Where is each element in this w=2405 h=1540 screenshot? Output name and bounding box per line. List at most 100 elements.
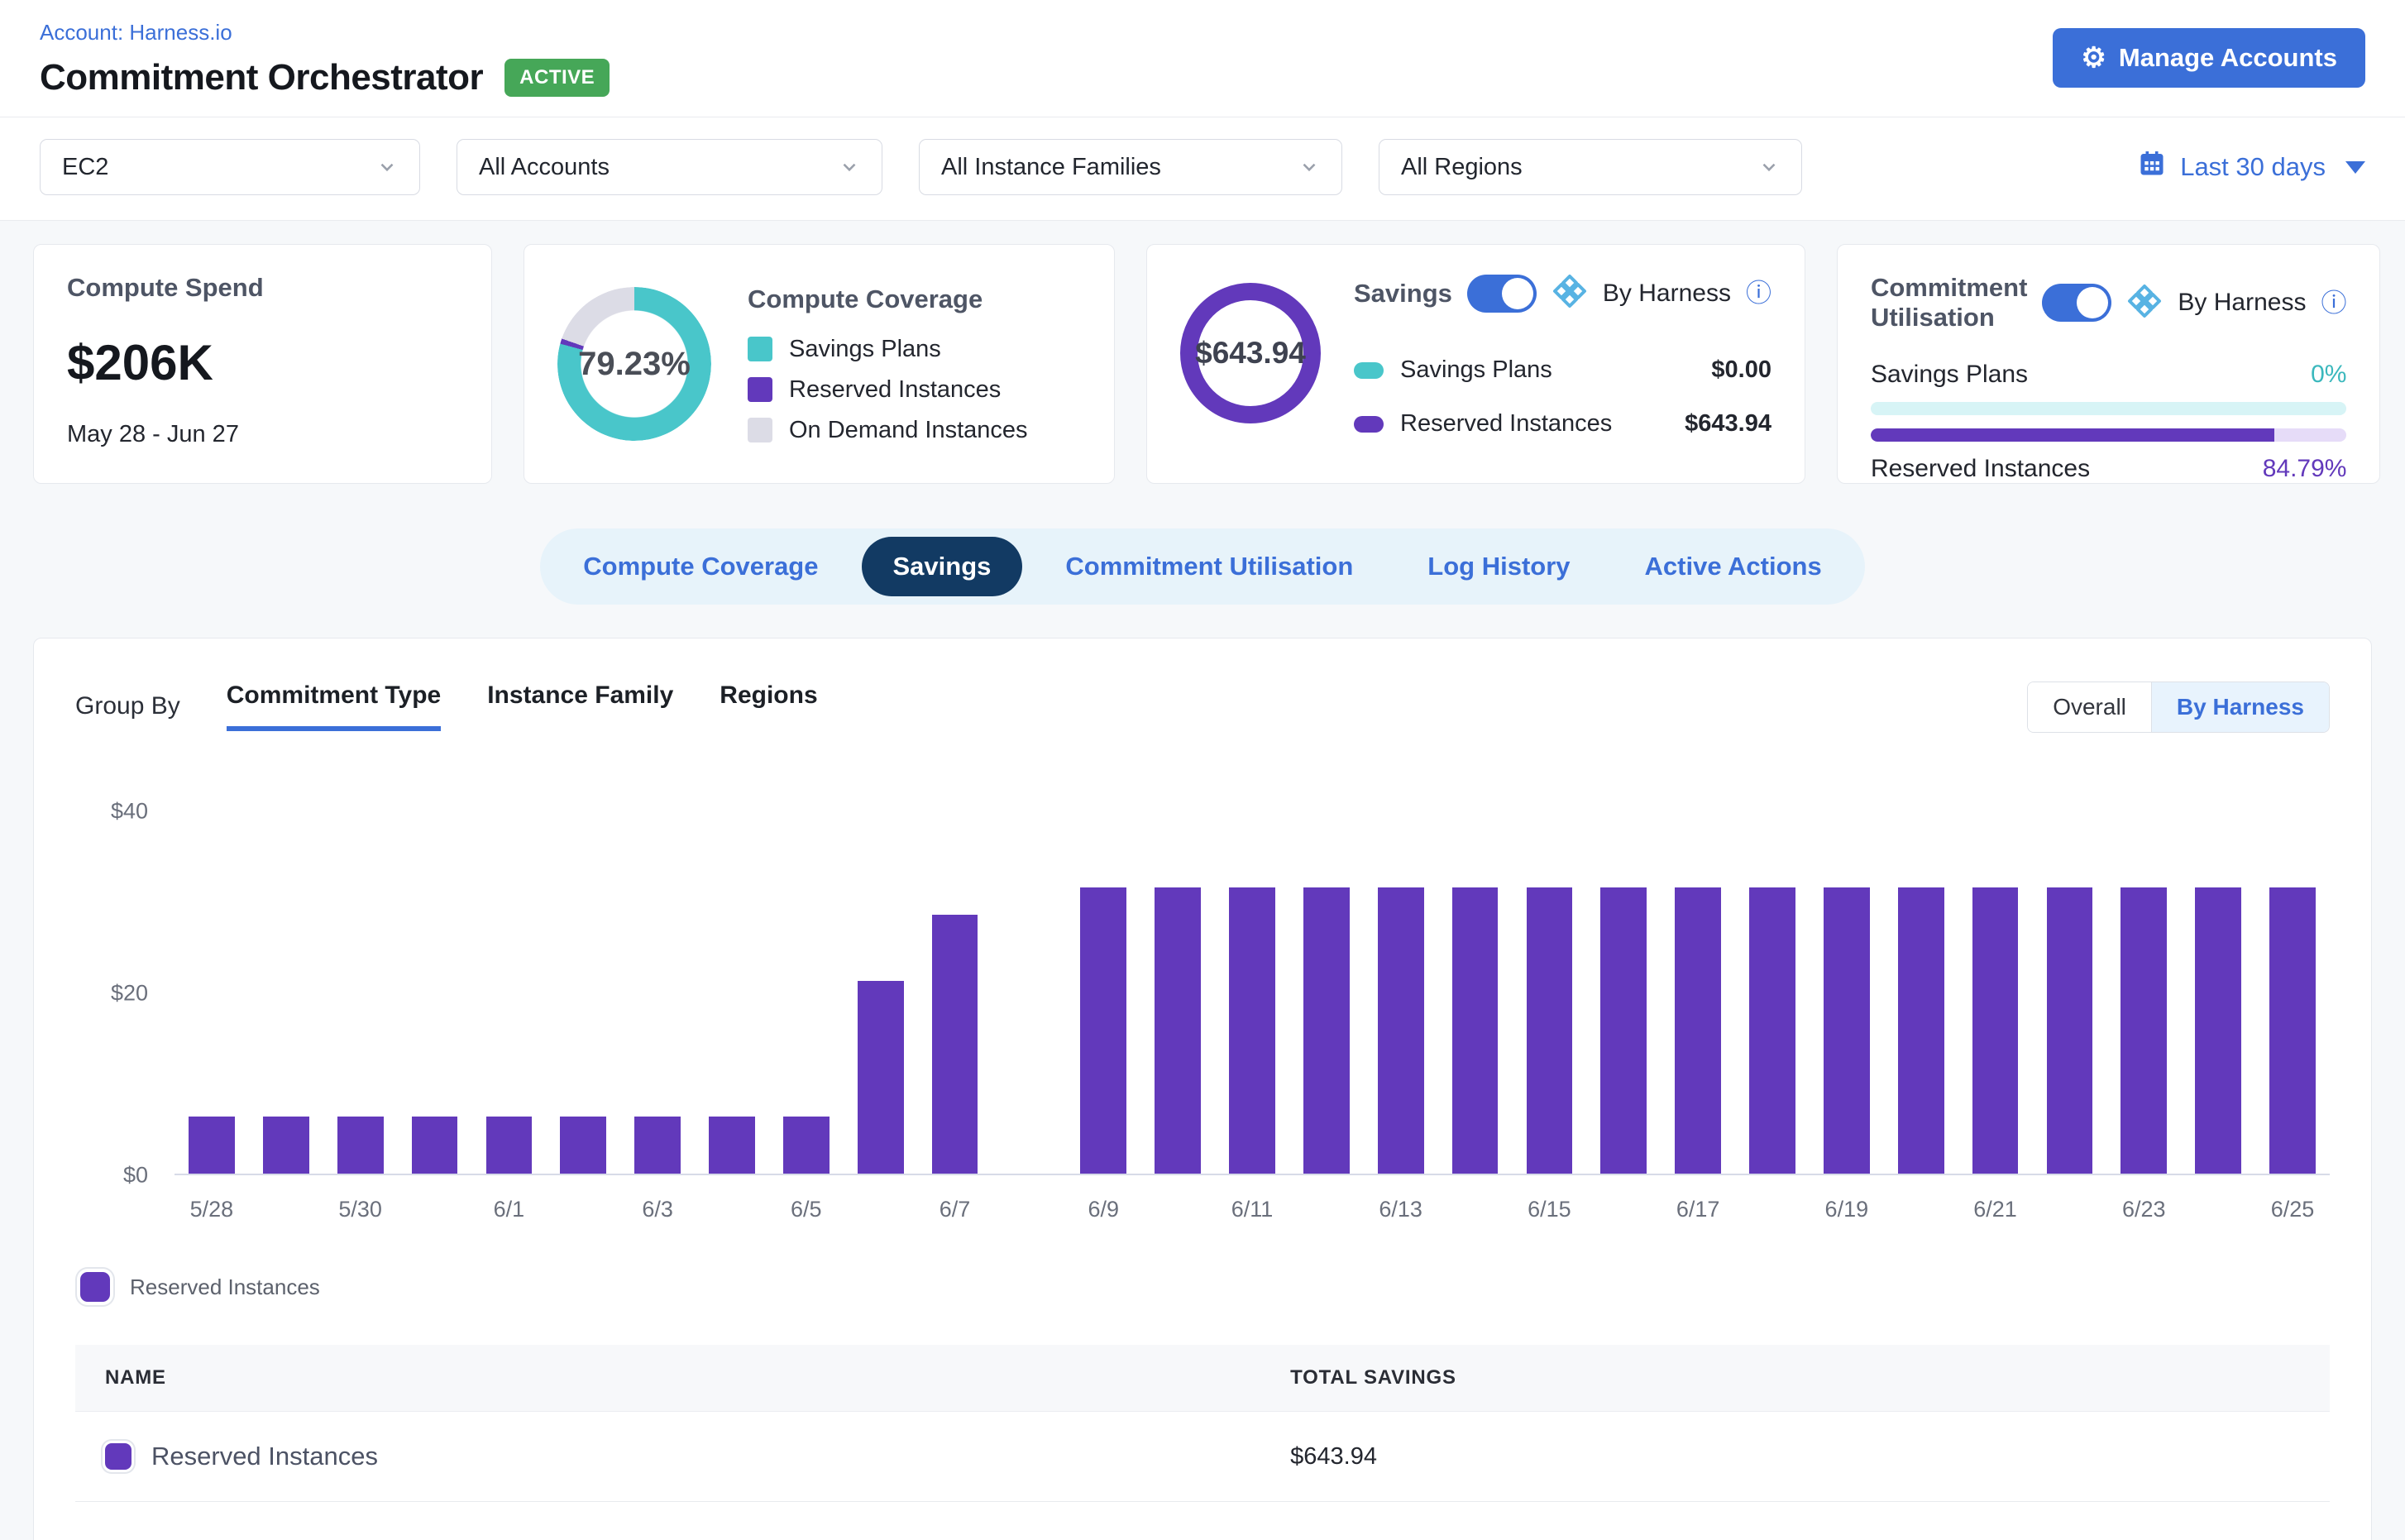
bar-slot	[1586, 811, 1661, 1174]
bar[interactable]	[1303, 887, 1350, 1174]
x-tick-label	[992, 1197, 1066, 1222]
calendar-icon	[2137, 149, 2167, 185]
bar-slot	[769, 811, 844, 1174]
savings-table: NAME TOTAL SAVINGS Reserved Instances $6…	[75, 1345, 2330, 1502]
bar[interactable]	[1452, 887, 1499, 1174]
col-name: NAME	[105, 1366, 1290, 1389]
account-link[interactable]: Account: Harness.io	[40, 20, 232, 45]
bar[interactable]	[932, 915, 978, 1174]
compute-spend-title: Compute Spend	[67, 273, 458, 303]
utilisation-by-harness-toggle[interactable]	[2042, 284, 2111, 322]
date-range-picker[interactable]: Last 30 days	[2137, 149, 2365, 185]
bar[interactable]	[1155, 887, 1201, 1174]
savings-donut: $643.94	[1180, 283, 1321, 423]
harness-logo-icon	[1552, 273, 1588, 313]
view-by-harness[interactable]: By Harness	[2151, 682, 2329, 732]
x-tick-label	[2032, 1197, 2106, 1222]
bar[interactable]	[634, 1117, 681, 1174]
bar[interactable]	[2195, 887, 2241, 1174]
bar[interactable]	[337, 1117, 384, 1174]
legend-item-reserved-instances: Reserved Instances	[748, 376, 1081, 404]
tab-compute-coverage[interactable]: Compute Coverage	[552, 537, 849, 596]
bar[interactable]	[1824, 887, 1870, 1174]
bar[interactable]	[2121, 887, 2167, 1174]
view-overall[interactable]: Overall	[2028, 682, 2151, 732]
x-tick-label: 6/21	[1958, 1197, 2033, 1222]
bar[interactable]	[1898, 887, 1944, 1174]
filter-bar: EC2 All Accounts All Instance Families A…	[0, 117, 2405, 221]
info-icon[interactable]: ⓘ	[2321, 290, 2346, 316]
compute-spend-period: May 28 - Jun 27	[67, 421, 458, 448]
bar[interactable]	[412, 1117, 458, 1174]
info-icon[interactable]: ⓘ	[1746, 280, 1771, 306]
table-header: NAME TOTAL SAVINGS	[75, 1345, 2330, 1412]
bar[interactable]	[1600, 887, 1647, 1174]
util-savings-plans-percent: 0%	[2311, 361, 2346, 389]
manage-accounts-label: Manage Accounts	[2119, 43, 2337, 73]
instance-family-select[interactable]: All Instance Families	[919, 139, 1342, 195]
bar[interactable]	[1972, 887, 2019, 1174]
x-tick-label	[1735, 1197, 1810, 1222]
bar[interactable]	[1675, 887, 1721, 1174]
bar[interactable]	[1378, 887, 1424, 1174]
x-tick-label: 6/17	[1661, 1197, 1735, 1222]
tab-log-history[interactable]: Log History	[1396, 537, 1601, 596]
savings-by-harness-toggle[interactable]	[1467, 275, 1537, 313]
group-by-instance-family[interactable]: Instance Family	[487, 682, 673, 731]
group-by-commitment-type[interactable]: Commitment Type	[227, 682, 441, 731]
savings-plans-pill	[1354, 362, 1384, 379]
page-header: Account: Harness.io Commitment Orchestra…	[0, 0, 2405, 117]
bar[interactable]	[263, 1117, 309, 1174]
bar[interactable]	[1527, 887, 1573, 1174]
bar-slot	[1810, 811, 1884, 1174]
bar[interactable]	[709, 1117, 755, 1174]
coverage-donut-wrap: 79.23%	[557, 287, 711, 441]
region-select[interactable]: All Regions	[1379, 139, 1802, 195]
row-label: Reserved Instances	[1400, 410, 1612, 438]
bar-slot	[323, 811, 398, 1174]
by-harness-label: By Harness	[2178, 289, 2306, 317]
bar[interactable]	[189, 1117, 235, 1174]
tab-savings[interactable]: Savings	[862, 537, 1023, 596]
tab-active-actions[interactable]: Active Actions	[1614, 537, 1853, 596]
bar[interactable]	[2269, 887, 2316, 1174]
tab-commitment-utilisation[interactable]: Commitment Utilisation	[1034, 537, 1384, 596]
bar[interactable]	[858, 981, 904, 1174]
bar-slot	[1364, 811, 1438, 1174]
x-tick-label	[1586, 1197, 1661, 1222]
bar-slot	[1438, 811, 1513, 1174]
bar[interactable]	[1229, 887, 1275, 1174]
x-tick-label: 6/1	[471, 1197, 546, 1222]
bars-row	[175, 811, 2330, 1175]
service-select[interactable]: EC2	[40, 139, 420, 195]
row-checkbox[interactable]	[105, 1443, 131, 1470]
accounts-select[interactable]: All Accounts	[457, 139, 882, 195]
bar[interactable]	[1080, 887, 1126, 1174]
page-title: Commitment Orchestrator	[40, 57, 483, 98]
reserved-instances-legend-checkbox[interactable]	[80, 1272, 110, 1302]
bar[interactable]	[2047, 887, 2093, 1174]
chevron-down-icon	[1758, 156, 1780, 178]
commitment-utilisation-card: Commitment Utilisation By Harness ⓘ Savi…	[1837, 244, 2381, 484]
savings-plans-progress	[1871, 402, 2347, 415]
group-by-regions[interactable]: Regions	[720, 682, 817, 731]
row-value: $643.94	[1685, 410, 1771, 438]
bar-slot	[1289, 811, 1364, 1174]
harness-logo-icon	[2126, 283, 2163, 323]
chevron-down-icon	[1298, 156, 1320, 178]
bar-slot	[175, 811, 249, 1174]
legend-label: Savings Plans	[789, 336, 941, 363]
x-tick-label: 6/5	[769, 1197, 844, 1222]
legend-item-on-demand: On Demand Instances	[748, 417, 1081, 444]
y-axis: $40 $20 $0	[75, 811, 175, 1175]
bar[interactable]	[486, 1117, 533, 1174]
bar[interactable]	[783, 1117, 830, 1174]
x-tick-label	[546, 1197, 620, 1222]
manage-accounts-button[interactable]: ⚙ Manage Accounts	[2053, 28, 2365, 88]
bar[interactable]	[560, 1117, 606, 1174]
instance-family-select-value: All Instance Families	[941, 154, 1161, 181]
bar-slot	[1512, 811, 1586, 1174]
bar[interactable]	[1749, 887, 1795, 1174]
util-reserved-instances-label: Reserved Instances	[1871, 455, 2090, 483]
bar-slot	[1140, 811, 1215, 1174]
